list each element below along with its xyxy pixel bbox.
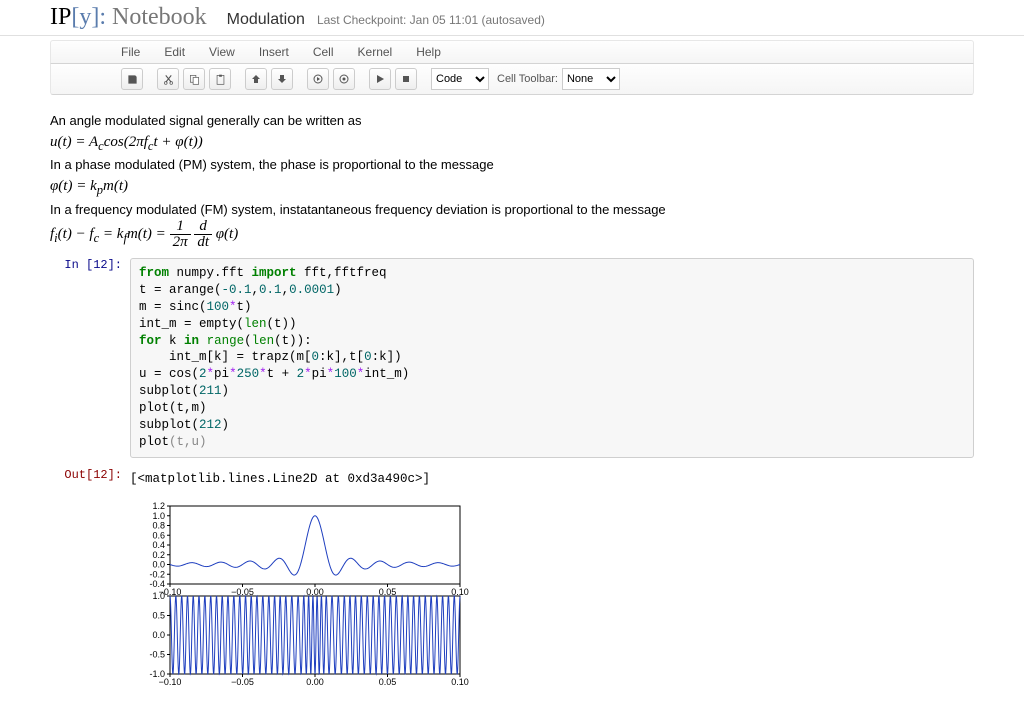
- play-button[interactable]: [369, 68, 391, 90]
- svg-text:0.10: 0.10: [451, 677, 469, 687]
- celltoolbar-select[interactable]: None: [562, 68, 620, 90]
- logo-ip: IP: [50, 4, 71, 30]
- svg-text:0.8: 0.8: [152, 520, 165, 530]
- stop-button[interactable]: [395, 68, 417, 90]
- code-cell: In [12]: from numpy.fft import fft,fftfr…: [50, 258, 974, 458]
- logo-bracket: [y]:: [71, 4, 106, 30]
- svg-text:0.0: 0.0: [152, 559, 165, 569]
- svg-text:-0.2: -0.2: [149, 569, 165, 579]
- menu-file[interactable]: File: [121, 45, 140, 59]
- run-button[interactable]: [307, 68, 329, 90]
- runall-button[interactable]: [333, 68, 355, 90]
- output-prompt: Out[12]:: [50, 468, 130, 490]
- svg-text:-0.5: -0.5: [149, 649, 165, 659]
- cut-icon: [163, 74, 174, 85]
- paste-button[interactable]: [209, 68, 231, 90]
- stop-icon: [401, 74, 411, 84]
- notebook-content: An angle modulated signal generally can …: [0, 95, 1024, 708]
- menubar: File Edit View Insert Cell Kernel Help: [50, 40, 974, 64]
- toolbar: Code Cell Toolbar: None: [50, 64, 974, 95]
- celltype-select[interactable]: Code: [431, 68, 489, 90]
- svg-text:−0.10: −0.10: [159, 677, 182, 687]
- menu-cell[interactable]: Cell: [313, 45, 334, 59]
- markdown-cell[interactable]: An angle modulated signal generally can …: [50, 111, 974, 250]
- cut-button[interactable]: [157, 68, 179, 90]
- paste-icon: [215, 74, 226, 85]
- equation-3: fi(t) − fc = kfm(t) = 12π ddt φ(t): [50, 219, 974, 250]
- text-line: In a phase modulated (PM) system, the ph…: [50, 155, 974, 175]
- svg-text:0.2: 0.2: [152, 549, 165, 559]
- play-circle-icon: [339, 74, 349, 84]
- svg-text:1.0: 1.0: [152, 591, 165, 601]
- code-input[interactable]: from numpy.fft import fft,fftfreq t = ar…: [130, 258, 974, 458]
- checkpoint-text: Last Checkpoint: Jan 05 11:01 (autosaved…: [317, 13, 545, 27]
- menu-help[interactable]: Help: [416, 45, 441, 59]
- text-line: In a frequency modulated (FM) system, in…: [50, 200, 974, 220]
- play-icon: [375, 74, 385, 84]
- copy-button[interactable]: [183, 68, 205, 90]
- arrow-down-icon: [277, 74, 287, 84]
- logo: IP[y]: Notebook: [50, 4, 207, 31]
- copy-icon: [189, 74, 200, 85]
- output-text: [<matplotlib.lines.Line2D at 0xd3a490c>]: [130, 468, 974, 490]
- output-plot: -0.4-0.20.00.20.40.60.81.01.2−0.10−0.050…: [130, 496, 974, 696]
- svg-text:0.00: 0.00: [306, 677, 324, 687]
- menu-view[interactable]: View: [209, 45, 235, 59]
- save-button[interactable]: [121, 68, 143, 90]
- svg-text:0.6: 0.6: [152, 530, 165, 540]
- matplotlib-figure: -0.4-0.20.00.20.40.60.81.01.2−0.10−0.050…: [130, 496, 470, 696]
- svg-text:1.2: 1.2: [152, 501, 165, 511]
- logo-notebook: Notebook: [112, 4, 207, 30]
- moveup-button[interactable]: [245, 68, 267, 90]
- save-icon: [127, 74, 138, 85]
- menu-insert[interactable]: Insert: [259, 45, 289, 59]
- text-line: An angle modulated signal generally can …: [50, 111, 974, 131]
- movedown-button[interactable]: [271, 68, 293, 90]
- svg-text:0.05: 0.05: [379, 677, 397, 687]
- svg-text:−0.05: −0.05: [231, 677, 254, 687]
- svg-text:0.0: 0.0: [152, 630, 165, 640]
- input-prompt: In [12]:: [50, 258, 130, 458]
- equation-1: u(t) = Accos(2πfct + φ(t)): [50, 131, 974, 156]
- menu-edit[interactable]: Edit: [164, 45, 185, 59]
- svg-text:1.0: 1.0: [152, 510, 165, 520]
- menu-kernel[interactable]: Kernel: [358, 45, 393, 59]
- app-header: IP[y]: Notebook Modulation Last Checkpoi…: [0, 0, 1024, 36]
- svg-text:0.5: 0.5: [152, 610, 165, 620]
- celltoolbar-label: Cell Toolbar:: [497, 73, 558, 85]
- output-cell: Out[12]: [<matplotlib.lines.Line2D at 0x…: [50, 468, 974, 490]
- notebook-title[interactable]: Modulation: [227, 11, 305, 29]
- arrow-up-icon: [251, 74, 261, 84]
- equation-2: φ(t) = kpm(t): [50, 175, 974, 200]
- svg-text:0.4: 0.4: [152, 540, 165, 550]
- play-step-icon: [313, 74, 323, 84]
